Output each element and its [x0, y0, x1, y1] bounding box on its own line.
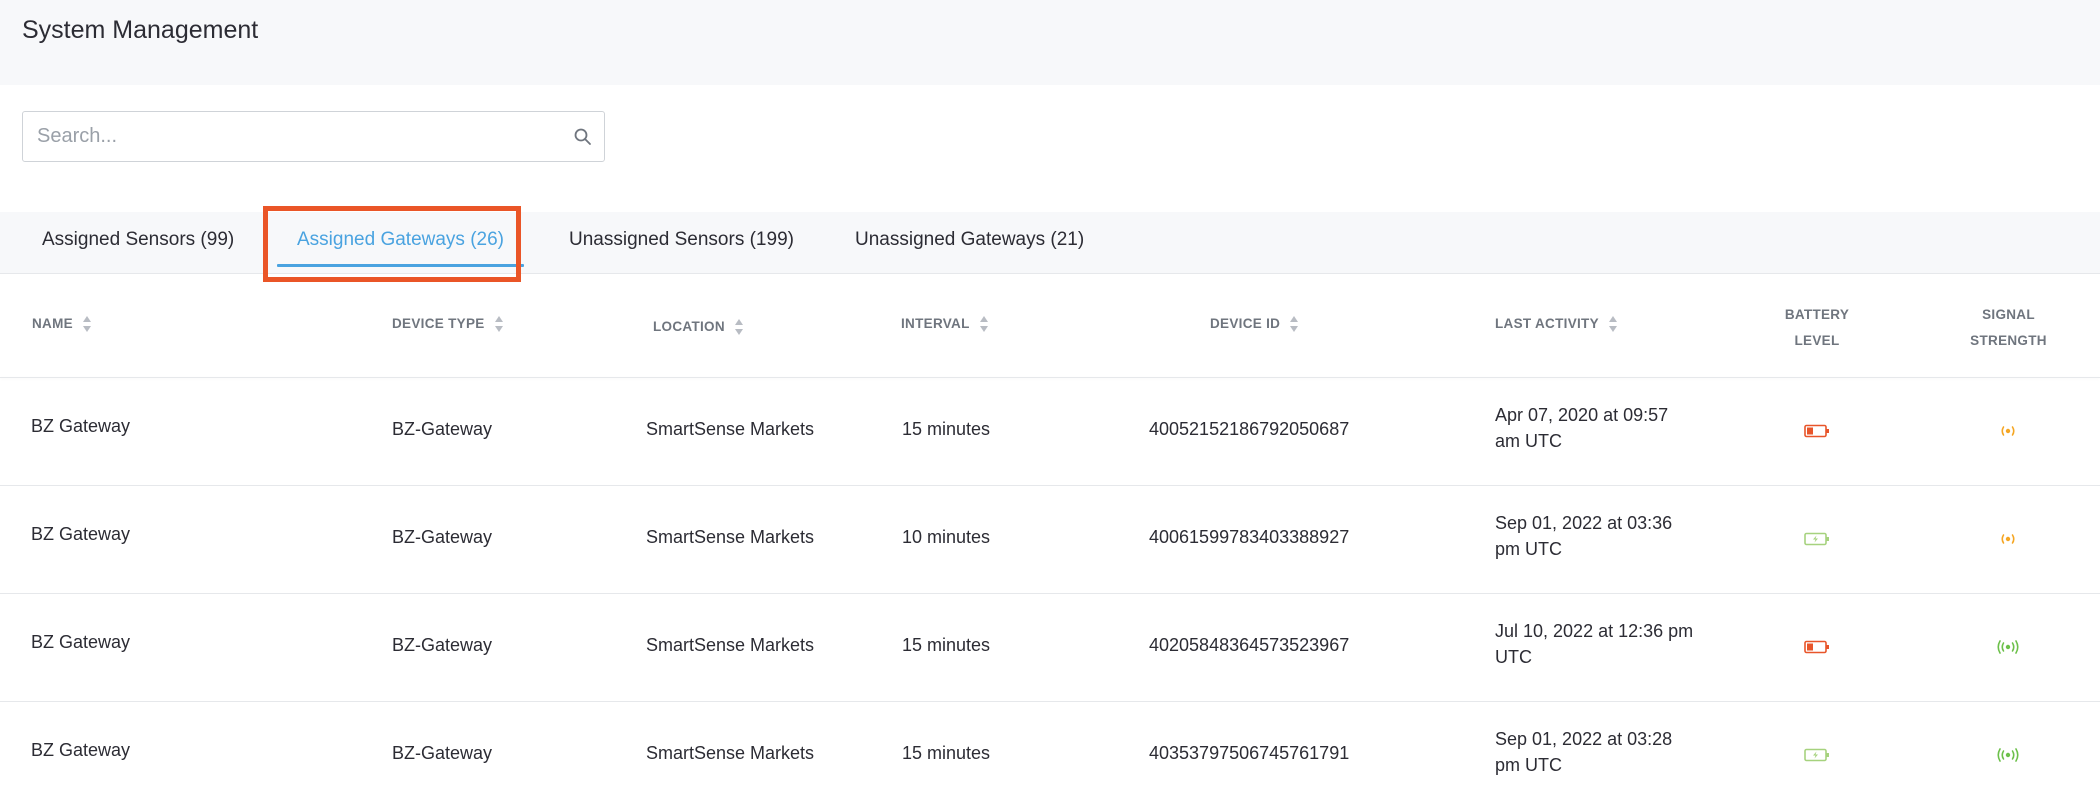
page-title: System Management: [22, 16, 259, 44]
device-id: 40353797506745761791: [1149, 743, 1350, 763]
interval: 15 minutes: [902, 743, 991, 763]
column-header-name[interactable]: NAME: [32, 316, 92, 333]
signal-strong-icon: [1997, 640, 2019, 654]
battery-low-icon: [1804, 424, 1829, 438]
device-type: BZ-Gateway: [392, 635, 493, 655]
device-type: BZ-Gateway: [392, 527, 493, 547]
interval: 10 minutes: [902, 527, 991, 547]
tab-assigned-gateways[interactable]: Assigned Gateways (26): [277, 212, 524, 274]
column-header-location[interactable]: LOCATION: [653, 319, 744, 336]
gateway-name: BZ Gateway: [31, 740, 131, 760]
sort-icon[interactable]: [82, 316, 92, 333]
tab-unassigned-sensors[interactable]: Unassigned Sensors (199): [569, 212, 794, 274]
battery-charging-icon: [1804, 748, 1829, 762]
battery-charging-icon: [1804, 532, 1829, 546]
table-row[interactable]: BZ Gateway BZ-Gateway SmartSense Markets 10…: [0, 486, 2100, 594]
column-header-last-activity[interactable]: LAST ACTIVITY: [1495, 316, 1618, 333]
column-header-battery-level: BATTERY LEVEL: [1784, 307, 1850, 348]
gateway-name: BZ Gateway: [31, 416, 131, 436]
search-input[interactable]: [37, 112, 557, 161]
signal-medium-icon: [2001, 534, 2015, 544]
column-header-signal-strength: SIGNAL STRENGTH: [1970, 307, 2047, 348]
device-id: 40061599783403388927: [1149, 527, 1350, 547]
table-row[interactable]: BZ Gateway BZ-Gateway SmartSense Markets 15…: [0, 594, 2100, 702]
device-id: 40052152186792050687: [1149, 419, 1350, 439]
gateway-name: BZ Gateway: [31, 632, 131, 652]
interval: 15 minutes: [902, 635, 991, 655]
column-header-device-id[interactable]: DEVICE ID: [1210, 316, 1299, 333]
sort-icon[interactable]: [1608, 316, 1618, 333]
last-activity: Apr 07, 2020 at 09:57 am UTC: [1495, 405, 1669, 451]
last-activity: Jul 10, 2022 at 12:36 pm UTC: [1495, 621, 1694, 667]
sort-icon[interactable]: [979, 316, 989, 333]
location: SmartSense Markets: [646, 743, 815, 763]
device-type: BZ-Gateway: [392, 419, 493, 439]
tab-assigned-sensors[interactable]: Assigned Sensors (99): [42, 212, 234, 274]
device-id: 40205848364573523967: [1149, 635, 1350, 655]
tabs-bar: Assigned Sensors (99) Assigned Gateways …: [0, 212, 2100, 274]
interval: 15 minutes: [902, 419, 991, 439]
tab-unassigned-gateways[interactable]: Unassigned Gateways (21): [855, 212, 1084, 274]
signal-strong-icon: [1997, 748, 2019, 762]
column-header-device-type[interactable]: DEVICE TYPE: [392, 316, 504, 333]
sort-icon[interactable]: [1290, 316, 1299, 333]
column-header-interval[interactable]: INTERVAL: [901, 316, 989, 333]
location: SmartSense Markets: [646, 635, 815, 655]
search-box[interactable]: [22, 111, 605, 162]
battery-low-icon: [1804, 640, 1829, 654]
last-activity: Sep 01, 2022 at 03:36 pm UTC: [1495, 513, 1673, 559]
signal-medium-icon: [2001, 426, 2015, 436]
last-activity: Sep 01, 2022 at 03:28 pm UTC: [1495, 729, 1673, 775]
table-row[interactable]: BZ Gateway BZ-Gateway SmartSense Markets 15…: [0, 378, 2100, 486]
location: SmartSense Markets: [646, 527, 815, 547]
page-header: System Management: [0, 0, 2100, 85]
location: SmartSense Markets: [646, 419, 815, 439]
sort-icon[interactable]: [494, 316, 504, 333]
search-icon[interactable]: [572, 126, 594, 148]
device-type: BZ-Gateway: [392, 743, 493, 763]
table-row[interactable]: BZ Gateway BZ-Gateway SmartSense Markets 15…: [0, 702, 2100, 806]
sort-icon[interactable]: [734, 319, 744, 336]
gateway-name: BZ Gateway: [31, 524, 131, 544]
